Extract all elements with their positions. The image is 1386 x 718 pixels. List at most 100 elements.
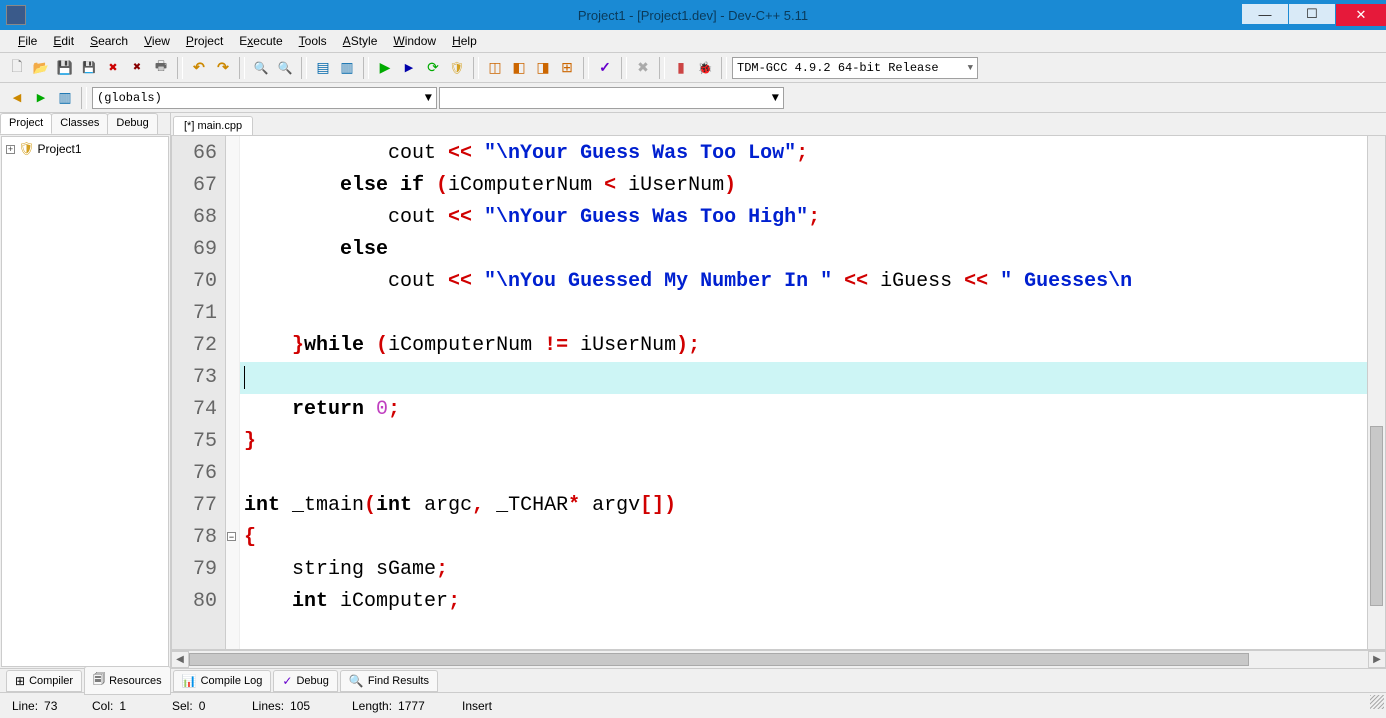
scroll-right-icon[interactable]: ▶ <box>1368 651 1386 668</box>
horizontal-scrollbar[interactable]: ◀ ▶ <box>171 650 1386 668</box>
save-icon[interactable] <box>54 57 76 79</box>
bottom-tab-find-results[interactable]: 🔍Find Results <box>340 670 438 692</box>
code-line[interactable]: else if (iComputerNum < iUserNum) <box>240 170 1367 202</box>
menu-project[interactable]: Project <box>178 31 231 51</box>
menu-view[interactable]: View <box>136 31 178 51</box>
profile-icon[interactable] <box>670 57 692 79</box>
print-icon[interactable] <box>150 57 172 79</box>
code-line[interactable]: int _tmain(int argc, _TCHAR* argv[]) <box>240 490 1367 522</box>
tree-item-root[interactable]: + 🛡 Project1 <box>6 141 164 157</box>
open-file-icon[interactable] <box>30 57 52 79</box>
menu-window[interactable]: Window <box>385 31 444 51</box>
chevron-down-icon: ▼ <box>772 91 779 105</box>
compiler-select[interactable]: TDM-GCC 4.9.2 64-bit Release ▼ <box>732 57 978 79</box>
redo-icon[interactable] <box>212 57 234 79</box>
line-number-gutter: 666768697071727374757677787980 <box>172 136 226 649</box>
code-line[interactable]: { <box>240 522 1367 554</box>
save-all-icon[interactable] <box>78 57 100 79</box>
code-line[interactable]: }while (iComputerNum != iUserNum); <box>240 330 1367 362</box>
bottom-tab-compiler[interactable]: ⊞Compiler <box>6 670 82 692</box>
compile-run-icon[interactable] <box>422 57 444 79</box>
code-line[interactable]: } <box>240 426 1367 458</box>
code-line[interactable] <box>240 298 1367 330</box>
panel-layout-3-icon[interactable] <box>532 57 554 79</box>
code-line[interactable]: cout << "\nYou Guessed My Number In " <<… <box>240 266 1367 298</box>
menu-execute[interactable]: Execute <box>231 31 290 51</box>
menu-tools[interactable]: Tools <box>291 31 335 51</box>
close-all-icon[interactable] <box>126 57 148 79</box>
stop-icon[interactable] <box>632 57 654 79</box>
side-tab-debug[interactable]: Debug <box>107 113 157 134</box>
code-line[interactable]: cout << "\nYour Guess Was Too High"; <box>240 202 1367 234</box>
panel-layout-1-icon[interactable] <box>484 57 506 79</box>
menu-search[interactable]: Search <box>82 31 136 51</box>
panel-layout-4-icon[interactable] <box>556 57 578 79</box>
code-body[interactable]: cout << "\nYour Guess Was Too Low"; else… <box>240 136 1367 649</box>
undo-icon[interactable] <box>188 57 210 79</box>
code-line[interactable]: string sGame; <box>240 554 1367 586</box>
run-icon[interactable] <box>398 57 420 79</box>
vertical-scrollbar[interactable] <box>1367 136 1385 649</box>
bottom-tab-compile-log[interactable]: 📊Compile Log <box>173 670 272 692</box>
project-icon: 🛡 <box>18 141 35 157</box>
debug-icon[interactable] <box>594 57 616 79</box>
side-panel: Project Classes Debug + 🛡 Project1 <box>0 113 171 668</box>
editor-tabs: [*] main.cpp <box>171 113 1386 135</box>
bookmark-icon[interactable] <box>312 57 334 79</box>
goto-icon[interactable] <box>336 57 358 79</box>
main-area: Project Classes Debug + 🛡 Project1 [*] m… <box>0 113 1386 668</box>
status-col: Col:1 <box>84 699 164 713</box>
debug-bug-icon[interactable] <box>694 57 716 79</box>
code-line[interactable]: int iComputer; <box>240 586 1367 618</box>
scrollbar-thumb[interactable] <box>1370 426 1383 606</box>
side-tab-project[interactable]: Project <box>0 113 52 134</box>
menu-edit[interactable]: Edit <box>45 31 82 51</box>
scope-select[interactable]: (globals) ▼ <box>92 87 437 109</box>
menu-bar: File Edit Search View Project Execute To… <box>0 30 1386 53</box>
app-icon <box>6 5 26 25</box>
rebuild-all-icon[interactable] <box>446 57 468 79</box>
replace-icon[interactable] <box>274 57 296 79</box>
side-tab-classes[interactable]: Classes <box>51 113 108 134</box>
tree-expand-icon[interactable]: + <box>6 145 15 154</box>
code-line[interactable] <box>240 458 1367 490</box>
scrollbar-thumb[interactable] <box>189 653 1249 666</box>
project-tree[interactable]: + 🛡 Project1 <box>1 136 169 667</box>
menu-astyle[interactable]: AStyle <box>335 31 386 51</box>
scope-select-value: (globals) <box>97 91 162 105</box>
close-button[interactable]: ✕ <box>1336 4 1386 26</box>
status-length: Length:1777 <box>344 699 454 713</box>
nav-bookmarks-icon[interactable] <box>54 87 76 109</box>
find-icon[interactable] <box>250 57 272 79</box>
scroll-left-icon[interactable]: ◀ <box>171 651 189 668</box>
code-line[interactable] <box>240 362 1367 394</box>
window-title: Project1 - [Project1.dev] - Dev-C++ 5.11 <box>578 8 808 23</box>
panel-layout-2-icon[interactable] <box>508 57 530 79</box>
menu-file[interactable]: File <box>10 31 45 51</box>
member-select[interactable]: ▼ <box>439 87 784 109</box>
status-line: Line:73 <box>4 699 84 713</box>
resources-tab-icon: 🗐 <box>93 670 105 691</box>
code-line[interactable]: else <box>240 234 1367 266</box>
bottom-tab-debug[interactable]: ✓Debug <box>273 670 337 692</box>
maximize-button[interactable]: ☐ <box>1289 4 1335 24</box>
nav-back-icon[interactable] <box>6 87 28 109</box>
fold-column[interactable]: − <box>226 136 240 649</box>
code-editor[interactable]: 666768697071727374757677787980 − cout <<… <box>171 135 1386 650</box>
status-sel: Sel:0 <box>164 699 244 713</box>
nav-forward-icon[interactable] <box>30 87 52 109</box>
editor-tab-main[interactable]: [*] main.cpp <box>173 116 253 135</box>
close-file-icon[interactable] <box>102 57 124 79</box>
menu-help[interactable]: Help <box>444 31 485 51</box>
code-line[interactable]: return 0; <box>240 394 1367 426</box>
bottom-tab-resources[interactable]: 🗐Resources <box>84 666 171 695</box>
editor-area: [*] main.cpp 666768697071727374757677787… <box>171 113 1386 668</box>
status-bar: Line:73 Col:1 Sel:0 Lines:105 Length:177… <box>0 692 1386 718</box>
compile-icon[interactable] <box>374 57 396 79</box>
fold-toggle-icon[interactable]: − <box>227 532 236 541</box>
new-file-icon[interactable] <box>6 57 28 79</box>
status-mode: Insert <box>454 699 534 713</box>
resize-grip-icon[interactable] <box>1370 695 1384 709</box>
minimize-button[interactable]: — <box>1242 4 1288 24</box>
code-line[interactable]: cout << "\nYour Guess Was Too Low"; <box>240 138 1367 170</box>
